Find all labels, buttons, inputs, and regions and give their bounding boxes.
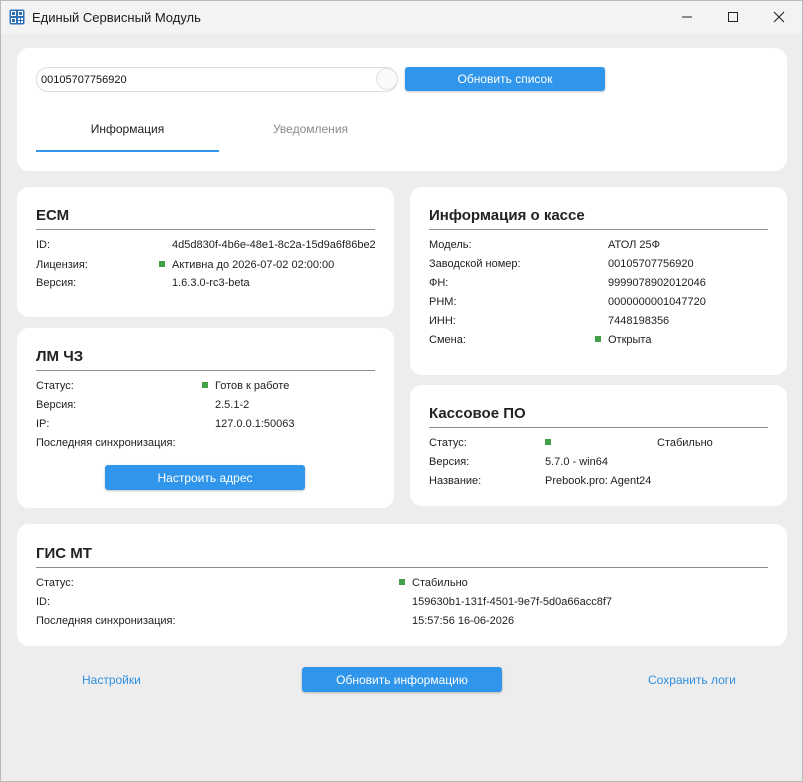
lm-ip-value: 127.0.0.1:50063 (215, 418, 295, 430)
kassa-inn-label: ИНН: (429, 315, 456, 327)
kassa-rnm-label: РНМ: (429, 296, 457, 308)
pos-status-value: Стабильно (657, 437, 713, 449)
ecm-version-label: Версия: (36, 277, 77, 289)
kassa-serial-value: 00105707756920 (608, 258, 694, 270)
tab-information[interactable]: Информация (36, 122, 219, 136)
kassa-shift-label: Смена: (429, 334, 466, 346)
pos-status-label: Статус: (429, 437, 467, 449)
kassa-shift-value: Открыта (608, 334, 652, 346)
save-logs-link[interactable]: Сохранить логи (648, 673, 736, 687)
lm-ip-label: IP: (36, 418, 50, 430)
kassa-fn-label: ФН: (429, 277, 449, 289)
window-title: Единый Сервисный Модуль (32, 10, 201, 25)
ecm-id-label: ID: (36, 239, 51, 251)
pos-name-label: Название: (429, 475, 482, 487)
active-tab-indicator (36, 150, 219, 152)
kassa-model-label: Модель: (429, 239, 472, 251)
minimize-button[interactable] (664, 0, 710, 34)
ecm-license-label: Лицензия: (36, 259, 88, 271)
serial-number-input[interactable]: 00105707756920 (36, 67, 398, 92)
lm-version-label: Версия: (36, 399, 77, 411)
lm-version-value: 2.5.1-2 (215, 399, 250, 411)
ecm-license-value: Активна до 2026-07-02 02:00:00 (172, 259, 335, 271)
kassa-inn-value: 7448198356 (608, 315, 670, 327)
ecm-divider (36, 229, 375, 230)
lm-divider (36, 370, 375, 371)
pos-software-title: Кассовое ПО (429, 405, 526, 422)
pos-software-divider (429, 427, 768, 428)
lm-status-dot (202, 382, 208, 388)
serial-dropdown-toggle[interactable] (376, 68, 398, 90)
gis-id-value: 159630b1-131f-4501-9e7f-5d0a66acc8f7 (412, 596, 612, 608)
kassa-serial-label: Заводской номер: (429, 258, 521, 270)
kassa-rnm-value: 0000000001047720 (608, 296, 706, 308)
qr-code-icon (9, 9, 25, 25)
maximize-button[interactable] (710, 0, 756, 34)
ecm-card (17, 187, 394, 317)
gis-status-label: Статус: (36, 577, 74, 589)
ecm-version-value: 1.6.3.0-rc3-beta (172, 277, 250, 289)
lm-last-sync-label: Последняя синхронизация: (36, 437, 176, 449)
maximize-icon (728, 12, 738, 22)
refresh-list-button[interactable]: Обновить список (405, 67, 605, 91)
gis-mt-card (17, 524, 787, 646)
kassa-shift-status-dot (595, 336, 601, 342)
kassa-divider (429, 229, 768, 230)
close-icon (773, 11, 785, 23)
gis-id-label: ID: (36, 596, 51, 608)
ecm-id-value: 4d5d830f-4b6e-48e1-8c2a-15d9a6f86be2 (172, 239, 376, 251)
lm-status-label: Статус: (36, 380, 74, 392)
pos-version-label: Версия: (429, 456, 470, 468)
serial-number-value: 00105707756920 (41, 73, 127, 86)
kassa-fn-value: 9999078902012046 (608, 277, 706, 289)
settings-link[interactable]: Настройки (82, 673, 141, 687)
gis-mt-divider (36, 567, 768, 568)
kassa-model-value: АТОЛ 25Ф (608, 239, 661, 251)
lm-status-value: Готов к работе (215, 380, 290, 392)
pos-name-value: Prebook.pro: Agent24 (545, 475, 652, 487)
ecm-license-status-dot (159, 261, 165, 267)
pos-version-value: 5.7.0 - win64 (545, 456, 608, 468)
refresh-info-button[interactable]: Обновить информацию (302, 667, 502, 692)
gis-last-sync-value: 15:57:56 16-06-2026 (412, 615, 515, 627)
gis-status-dot (399, 579, 405, 585)
tab-notifications[interactable]: Уведомления (219, 122, 402, 136)
minimize-icon (682, 16, 692, 18)
kassa-title: Информация о кассе (429, 207, 585, 224)
gis-mt-title: ГИС МТ (36, 545, 92, 562)
ecm-title: ЕСМ (36, 207, 70, 224)
lm-title: ЛМ ЧЗ (36, 348, 84, 365)
pos-status-dot (545, 439, 551, 445)
gis-last-sync-label: Последняя синхронизация: (36, 615, 176, 627)
configure-address-button[interactable]: Настроить адрес (105, 465, 305, 490)
gis-status-value: Стабильно (412, 577, 468, 589)
close-button[interactable] (756, 0, 802, 34)
